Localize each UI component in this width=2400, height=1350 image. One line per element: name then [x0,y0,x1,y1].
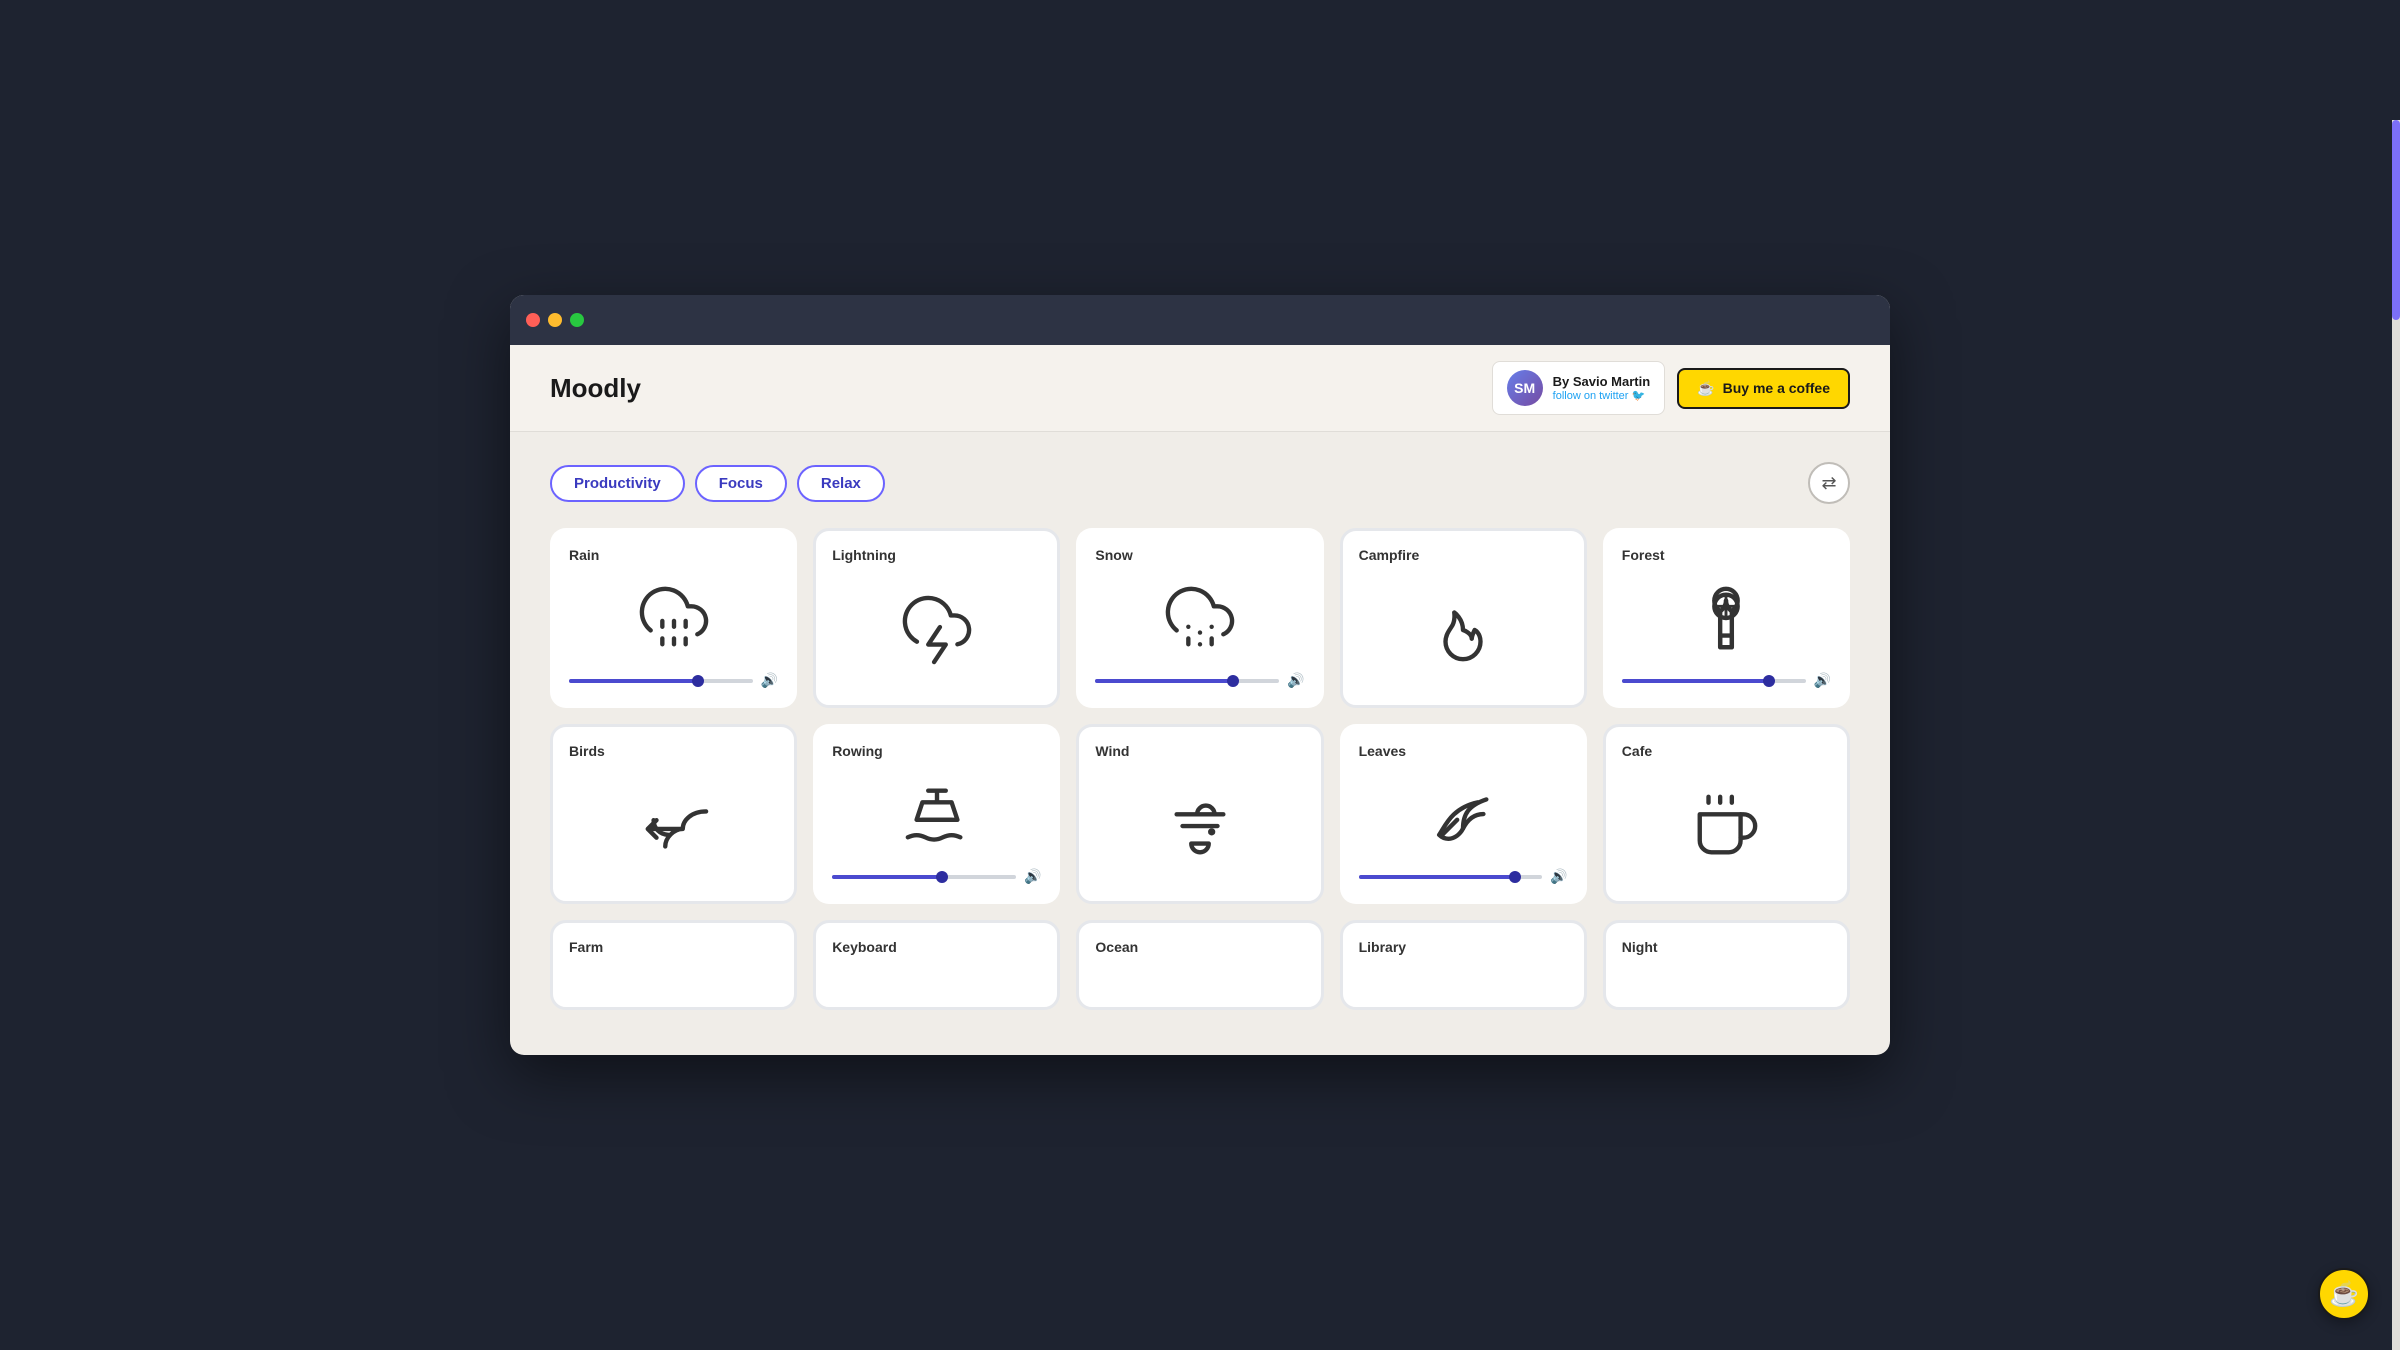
app-title: Moodly [550,373,641,404]
author-info: By Savio Martin follow on twitter 🐦 [1553,374,1651,402]
filter-productivity[interactable]: Productivity [550,465,685,502]
coffee-float-button[interactable]: ☕ [2318,1268,2370,1320]
card-controls-rain: 🔊 [569,672,778,689]
card-label-forest: Forest [1622,547,1665,563]
card-night[interactable]: Night [1603,920,1850,1010]
buy-coffee-button[interactable]: ☕ Buy me a coffee [1677,368,1850,409]
author-badge: SM By Savio Martin follow on twitter 🐦 [1492,361,1666,415]
card-rowing[interactable]: Rowing [813,724,1060,904]
card-label-rain: Rain [569,547,599,563]
card-icon-wind [1095,767,1304,885]
card-label-cafe: Cafe [1622,743,1652,759]
card-icon-leaves [1359,767,1568,860]
card-lightning[interactable]: Lightning [813,528,1060,708]
card-keyboard[interactable]: Keyboard [813,920,1060,1010]
card-controls-leaves: 🔊 [1359,868,1568,885]
header: Moodly SM By Savio Martin follow on twit… [510,345,1890,432]
volume-slider-rain[interactable] [569,679,753,683]
close-button[interactable] [526,313,540,327]
volume-slider-rowing[interactable] [832,875,1016,879]
card-rain[interactable]: Rain 🔊 [550,528,797,708]
avatar: SM [1507,370,1543,406]
volume-slider-snow[interactable] [1095,679,1279,683]
shuffle-button[interactable]: ⇄ [1808,462,1850,504]
titlebar [510,295,1890,345]
card-label-rowing: Rowing [832,743,883,759]
card-label-night: Night [1622,939,1658,955]
card-controls-rowing: 🔊 [832,868,1041,885]
author-follow[interactable]: follow on twitter 🐦 [1553,389,1651,402]
filter-pills: Productivity Focus Relax [550,465,885,502]
author-name: By Savio Martin [1553,374,1651,389]
card-icon-birds [569,767,778,885]
card-cafe[interactable]: Cafe [1603,724,1850,904]
card-wind[interactable]: Wind [1076,724,1323,904]
card-controls-forest: 🔊 [1622,672,1831,689]
card-label-birds: Birds [569,743,605,759]
card-controls-snow: 🔊 [1095,672,1304,689]
card-forest[interactable]: Forest [1603,528,1850,708]
card-icon-rowing [832,767,1041,860]
card-icon-forest [1622,571,1831,664]
coffee-icon: ☕ [1697,380,1714,397]
main-content: Productivity Focus Relax ⇄ Rain [510,432,1890,1055]
filter-focus[interactable]: Focus [695,465,787,502]
card-library[interactable]: Library [1340,920,1587,1010]
card-icon-cafe [1622,767,1831,885]
shuffle-icon: ⇄ [1821,473,1836,494]
volume-icon-leaves: 🔊 [1550,868,1567,885]
card-label-library: Library [1359,939,1406,955]
sounds-grid: Rain 🔊 [550,528,1850,1010]
card-label-campfire: Campfire [1359,547,1420,563]
maximize-button[interactable] [570,313,584,327]
card-label-keyboard: Keyboard [832,939,897,955]
card-snow[interactable]: Snow 🔊 [1076,528,1323,708]
filters-bar: Productivity Focus Relax ⇄ [550,462,1850,504]
card-icon-lightning [832,571,1041,689]
card-label-lightning: Lightning [832,547,896,563]
card-icon-campfire [1359,571,1568,689]
card-birds[interactable]: Birds [550,724,797,904]
coffee-btn-label: Buy me a coffee [1723,380,1830,396]
card-label-leaves: Leaves [1359,743,1406,759]
card-leaves[interactable]: Leaves 🔊 [1340,724,1587,904]
volume-icon-forest: 🔊 [1814,672,1831,689]
header-right: SM By Savio Martin follow on twitter 🐦 ☕… [1492,361,1850,415]
traffic-lights [526,313,584,327]
minimize-button[interactable] [548,313,562,327]
volume-slider-forest[interactable] [1622,679,1806,683]
card-ocean[interactable]: Ocean [1076,920,1323,1010]
card-label-ocean: Ocean [1095,939,1138,955]
volume-icon-rowing: 🔊 [1024,868,1041,885]
card-farm[interactable]: Farm [550,920,797,1010]
card-label-snow: Snow [1095,547,1132,563]
app-window: Moodly SM By Savio Martin follow on twit… [510,295,1890,1055]
content-area: Moodly SM By Savio Martin follow on twit… [510,345,1890,1055]
volume-icon-rain: 🔊 [761,672,778,689]
volume-slider-leaves[interactable] [1359,875,1543,879]
card-icon-rain [569,571,778,664]
card-icon-snow [1095,571,1304,664]
card-campfire[interactable]: Campfire [1340,528,1587,708]
card-label-farm: Farm [569,939,603,955]
volume-icon-snow: 🔊 [1287,672,1304,689]
filter-relax[interactable]: Relax [797,465,885,502]
card-label-wind: Wind [1095,743,1129,759]
